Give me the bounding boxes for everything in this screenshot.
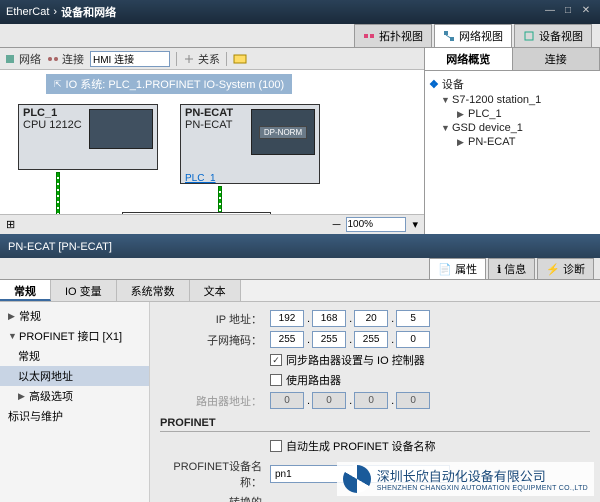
tool-highlight-icon[interactable] xyxy=(233,53,247,65)
tab-network-overview[interactable]: 网络概览 xyxy=(425,48,513,70)
diag-icon: ⚡ xyxy=(546,263,560,276)
ip-octet-2[interactable] xyxy=(312,310,346,327)
close-icon[interactable]: ✕ xyxy=(578,5,594,19)
profinet-section: PROFINET xyxy=(160,415,590,432)
tree-item[interactable]: ▶PLC_1 xyxy=(429,107,596,121)
router-octet-4 xyxy=(396,392,430,409)
title-bar: EtherCat › 设备和网络 — □ ✕ xyxy=(0,0,600,24)
network-icon xyxy=(443,30,455,42)
ecat-module-icon: DP-NORM xyxy=(251,109,315,155)
breadcrumb-sep: › xyxy=(53,6,57,18)
app-name: EtherCat xyxy=(6,6,49,18)
page-title: 设备和网络 xyxy=(61,4,116,20)
wire-label[interactable]: PLC_1.PROFINET IO-Syste… xyxy=(122,212,271,214)
tab-topology[interactable]: 拓扑视图 xyxy=(354,24,432,47)
ip-octet-1[interactable] xyxy=(270,310,304,327)
nav-advanced[interactable]: ▶高级选项 xyxy=(0,386,149,406)
ip-label: IP 地址： xyxy=(160,311,270,327)
tab-sysconst[interactable]: 系统常数 xyxy=(117,280,190,301)
mask-octet-1[interactable] xyxy=(270,331,304,348)
tree-item[interactable]: ▶PN-ECAT xyxy=(429,135,596,149)
inspector-title: PN-ECAT [PN-ECAT] xyxy=(8,241,112,253)
device-icon xyxy=(523,30,535,42)
sync-router-checkbox[interactable]: ✓ xyxy=(270,354,282,366)
device-pnecat[interactable]: PN-ECATPN-ECAT DP-NORM PLC_1 xyxy=(180,104,320,184)
zoom-dropdown-icon[interactable]: ▾ xyxy=(412,218,418,231)
autogen-label: 自动生成 PROFINET 设备名称 xyxy=(286,438,436,454)
mask-octet-4[interactable] xyxy=(396,331,430,348)
profinet-wire[interactable] xyxy=(218,186,222,214)
inspector-header: PN-ECAT [PN-ECAT] xyxy=(0,236,600,258)
mask-label: 子网掩码： xyxy=(160,332,270,348)
minimize-icon[interactable]: — xyxy=(542,5,558,19)
nav-ident[interactable]: 标识与维护 xyxy=(0,406,149,426)
router-octet-2 xyxy=(312,392,346,409)
plc-module-icon xyxy=(89,109,153,149)
tool-relations[interactable]: 关系 xyxy=(183,51,220,67)
tool-network[interactable]: 网络 xyxy=(4,51,41,67)
router-label: 路由器地址： xyxy=(160,393,270,409)
device-plc1[interactable]: PLC_1CPU 1212C xyxy=(18,104,158,170)
tab-diagnostics[interactable]: ⚡诊断 xyxy=(537,258,594,279)
convname-label: 转换的 xyxy=(160,494,270,502)
side-panel: 网络概览 连接 ❖ 设备 ▼S7-1200 station_1 ▶PLC_1 ▼… xyxy=(425,48,600,234)
nav-general[interactable]: ▶常规 xyxy=(0,306,149,326)
tab-network[interactable]: 网络视图 xyxy=(434,24,512,47)
controller-link[interactable]: PLC_1 xyxy=(181,173,319,184)
tool-connections[interactable]: 连接 xyxy=(47,51,84,67)
dp-norm-badge: DP-NORM xyxy=(259,126,307,139)
properties-icon: 📄 xyxy=(438,263,452,276)
sync-router-label: 同步路由器设置与 IO 控制器 xyxy=(286,352,425,368)
devname-label: PROFINET设备名称： xyxy=(160,458,270,490)
watermark-cn: 深圳长欣自动化设备有限公司 xyxy=(377,466,588,485)
router-octet-1 xyxy=(270,392,304,409)
canvas-toolbar: 网络 连接 关系 xyxy=(0,48,424,70)
io-system-label[interactable]: ⇱IO 系统: PLC_1.PROFINET IO-System (100) xyxy=(46,74,292,94)
zoom-select[interactable] xyxy=(346,217,406,232)
maximize-icon[interactable]: □ xyxy=(560,5,576,19)
device-tree: ❖ 设备 ▼S7-1200 station_1 ▶PLC_1 ▼GSD devi… xyxy=(425,71,600,234)
zoom-bar: ⊞ ─ ▾ xyxy=(0,214,424,234)
tab-info[interactable]: ℹ信息 xyxy=(488,258,535,279)
property-tabs: 常规 IO 变量 系统常数 文本 xyxy=(0,280,600,302)
nav-ethernet-addr[interactable]: 以太网地址 xyxy=(0,366,149,386)
use-router-label: 使用路由器 xyxy=(286,372,341,388)
nav-general2[interactable]: 常规 xyxy=(0,346,149,366)
topology-icon xyxy=(363,30,375,42)
ip-octet-4[interactable] xyxy=(396,310,430,327)
zoom-out-icon[interactable]: ─ xyxy=(333,219,341,231)
tree-item[interactable]: ▼S7-1200 station_1 xyxy=(429,93,596,107)
use-router-checkbox[interactable] xyxy=(270,374,282,386)
tab-general[interactable]: 常规 xyxy=(0,280,51,301)
watermark: 深圳长欣自动化设备有限公司 SHENZHEN CHANGXIN AUTOMATI… xyxy=(337,462,594,496)
property-nav: ▶常规 ▼PROFINET 接口 [X1] 常规 以太网地址 ▶高级选项 标识与… xyxy=(0,302,150,502)
mask-octet-3[interactable] xyxy=(354,331,388,348)
tree-header: ❖ 设备 xyxy=(429,75,596,93)
tab-device[interactable]: 设备视图 xyxy=(514,24,592,47)
watermark-en: SHENZHEN CHANGXIN AUTOMATION EQUIPMENT C… xyxy=(377,485,588,492)
profinet-wire[interactable] xyxy=(56,172,60,214)
info-icon: ℹ xyxy=(497,263,501,276)
tab-connections[interactable]: 连接 xyxy=(513,48,600,70)
ruler-icon[interactable]: ⊞ xyxy=(6,218,15,231)
watermark-logo-icon xyxy=(343,465,371,493)
hmi-dropdown[interactable] xyxy=(90,51,170,67)
autogen-checkbox[interactable] xyxy=(270,440,282,452)
tree-item[interactable]: ▼GSD device_1 xyxy=(429,121,596,135)
view-tabs: 拓扑视图 网络视图 设备视图 xyxy=(0,24,600,48)
nav-profinet-if[interactable]: ▼PROFINET 接口 [X1] xyxy=(0,326,149,346)
tab-texts[interactable]: 文本 xyxy=(190,280,241,301)
tab-properties[interactable]: 📄属性 xyxy=(429,258,486,279)
tab-iovars[interactable]: IO 变量 xyxy=(51,280,117,301)
router-octet-3 xyxy=(354,392,388,409)
mask-octet-2[interactable] xyxy=(312,331,346,348)
ip-octet-3[interactable] xyxy=(354,310,388,327)
inspector-tabs: 📄属性 ℹ信息 ⚡诊断 xyxy=(0,258,600,280)
network-canvas[interactable]: ⇱IO 系统: PLC_1.PROFINET IO-System (100) P… xyxy=(0,70,424,214)
